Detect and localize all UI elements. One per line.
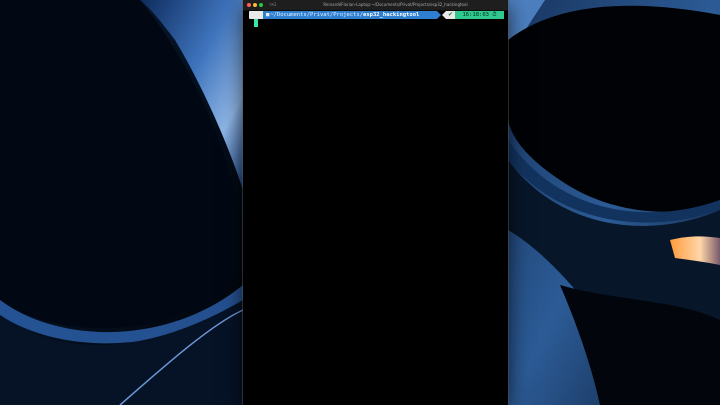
prompt-time-segment: 16:18:03 ⏱ [455,11,504,19]
directory-path-leaf: esp32_hackingtool [363,12,420,18]
window-shortcut-label: ⌥⌘1 [269,2,277,7]
window-titlebar[interactable]: ⌥⌘1 ReinardéFlorian-Laptop:~/Documents/P… [243,0,508,11]
minimize-window-button[interactable] [253,3,257,7]
desktop: ⌥⌘1 ReinardéFlorian-Laptop:~/Documents/P… [0,0,720,405]
text-cursor [254,19,258,27]
close-window-button[interactable] [247,3,251,7]
checkmark-icon: ✔ [446,11,455,19]
window-title: ReinardéFlorian-Laptop:~/Documents/Priva… [323,2,468,7]
terminal-output-area[interactable]: ■~/Documents/Privat/Projects/esp32_hacki… [243,11,508,405]
prompt-separator-arrow [437,11,441,19]
terminal-window[interactable]: ⌥⌘1 ReinardéFlorian-Laptop:~/Documents/P… [243,0,508,405]
prompt-directory-segment: ■~/Documents/Privat/Projects/esp32_hacki… [263,11,437,19]
apple-icon [249,11,263,19]
directory-path-prefix: ~/Documents/Privat/Projects/ [270,12,364,18]
folder-icon: ■ [266,12,270,18]
zoom-window-button[interactable] [259,3,263,7]
shell-prompt: ■~/Documents/Privat/Projects/esp32_hacki… [249,11,504,19]
